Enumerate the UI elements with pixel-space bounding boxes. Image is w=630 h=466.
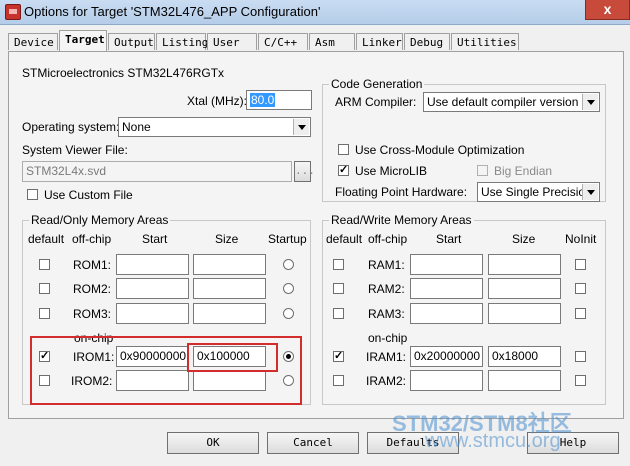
use-custom-file-checkbox[interactable] (27, 189, 38, 200)
xtal-value: 80.0 (250, 93, 276, 107)
close-button[interactable]: x (585, 0, 630, 20)
microlib-label: Use MicroLIB (355, 164, 428, 178)
iram1-size-input[interactable]: 0x18000 (488, 346, 561, 367)
ram-header-default: default (326, 232, 363, 246)
rom2-start-input[interactable] (116, 278, 189, 299)
big-endian-checkbox[interactable] (477, 165, 488, 176)
iram1-start-input[interactable]: 0x20000000 (410, 346, 483, 367)
ram-header-noinit: NoInit (565, 232, 597, 246)
watermark-url: www.stmcu.org (425, 430, 561, 452)
ram3-noinit-checkbox[interactable] (575, 308, 586, 319)
app-icon (5, 4, 21, 20)
xtal-label: Xtal (MHz): (187, 94, 247, 108)
iram1-default-checkbox[interactable] (333, 349, 344, 362)
iram1-noinit-checkbox[interactable] (575, 351, 586, 362)
iram2-label: IRAM2: (366, 374, 407, 388)
rom1-startup-radio[interactable] (283, 259, 294, 270)
rom3-size-input[interactable] (193, 303, 266, 324)
ram2-start-input[interactable] (410, 278, 483, 299)
xtal-input[interactable]: 80.0 (246, 90, 312, 110)
fp-hardware-select[interactable]: Use Single Precision (477, 182, 600, 202)
ram2-size-input[interactable] (488, 278, 561, 299)
ram-group-title: Read/Write Memory Areas (329, 213, 474, 227)
tab-listing[interactable]: Listing (156, 33, 208, 50)
arm-compiler-label: ARM Compiler: (335, 95, 417, 109)
big-endian-label: Big Endian (494, 164, 553, 178)
os-label: Operating system: (22, 120, 120, 134)
cancel-button[interactable]: Cancel (267, 432, 359, 454)
ram2-default-checkbox[interactable] (333, 283, 344, 294)
ram3-label: RAM3: (368, 307, 405, 321)
fp-hardware-label: Floating Point Hardware: (335, 185, 468, 199)
chevron-down-icon (582, 94, 598, 110)
tab-linker[interactable]: Linker (356, 33, 403, 50)
ram1-noinit-checkbox[interactable] (575, 259, 586, 270)
cross-module-label: Use Cross-Module Optimization (355, 143, 525, 157)
rom3-start-input[interactable] (116, 303, 189, 324)
iram2-noinit-checkbox[interactable] (575, 375, 586, 386)
rom-header-size: Size (215, 232, 239, 246)
chevron-down-icon (582, 184, 598, 200)
tab-user[interactable]: User (207, 33, 257, 50)
tab-asm[interactable]: Asm (309, 33, 355, 50)
rom1-start-input[interactable] (116, 254, 189, 275)
ram1-default-checkbox[interactable] (333, 259, 344, 270)
rom3-default-checkbox[interactable] (39, 308, 50, 319)
rom2-default-checkbox[interactable] (39, 283, 50, 294)
iram2-size-input[interactable] (488, 370, 561, 391)
tab-device[interactable]: Device (8, 33, 58, 50)
rom-header-default: default (28, 232, 65, 246)
irom1-size-highlight-box (187, 343, 278, 372)
ram-header-size: Size (512, 232, 536, 246)
rom-header-start: Start (142, 232, 168, 246)
svd-label: System Viewer File: (22, 143, 128, 157)
device-name: STMicroelectronics STM32L476RGTx (22, 66, 225, 80)
tab-c-cpp[interactable]: C/C++ (258, 33, 308, 50)
rom2-startup-radio[interactable] (283, 283, 294, 294)
svd-browse-button[interactable]: ... (294, 161, 315, 182)
os-select[interactable]: None (118, 117, 311, 137)
cross-module-checkbox[interactable] (338, 144, 349, 155)
ram-header-start: Start (436, 232, 462, 246)
ram-onchip-label: on-chip (368, 331, 408, 345)
rom2-label: ROM2: (73, 282, 112, 296)
ram3-size-input[interactable] (488, 303, 561, 324)
svd-input[interactable]: STM32L4x.svd (22, 161, 292, 182)
arm-compiler-select[interactable]: Use default compiler version (423, 92, 600, 112)
ram1-start-input[interactable] (410, 254, 483, 275)
use-custom-file-label: Use Custom File (44, 188, 133, 202)
rom3-startup-radio[interactable] (283, 308, 294, 319)
rom3-label: ROM3: (73, 307, 112, 321)
rom-header-offchip: off-chip (72, 232, 112, 246)
ram1-size-input[interactable] (488, 254, 561, 275)
iram2-default-checkbox[interactable] (333, 375, 344, 386)
tab-debug[interactable]: Debug (404, 33, 450, 50)
tab-output[interactable]: Output (108, 33, 155, 50)
rom1-default-checkbox[interactable] (39, 259, 50, 270)
ram3-start-input[interactable] (410, 303, 483, 324)
tab-target[interactable]: Target (59, 30, 107, 51)
fp-hardware-value: Use Single Precision (481, 185, 592, 199)
ram3-default-checkbox[interactable] (333, 308, 344, 319)
iram1-label: IRAM1: (366, 350, 407, 364)
ram2-label: RAM2: (368, 282, 405, 296)
os-value: None (122, 120, 151, 134)
ram1-label: RAM1: (368, 258, 405, 272)
iram2-start-input[interactable] (410, 370, 483, 391)
microlib-checkbox[interactable] (338, 163, 349, 176)
rom-header-startup: Startup (268, 232, 307, 246)
rom1-size-input[interactable] (193, 254, 266, 275)
code-generation-title: Code Generation (329, 77, 425, 91)
window-title: Options for Target 'STM32L476_APP Config… (24, 4, 321, 19)
ram2-noinit-checkbox[interactable] (575, 283, 586, 294)
rom1-label: ROM1: (73, 258, 112, 272)
arm-compiler-value: Use default compiler version (427, 95, 579, 109)
tab-utilities[interactable]: Utilities (451, 33, 519, 50)
ram-header-offchip: off-chip (368, 232, 408, 246)
chevron-down-icon (293, 119, 309, 135)
ok-button[interactable]: OK (167, 432, 259, 454)
rom2-size-input[interactable] (193, 278, 266, 299)
rom-group-title: Read/Only Memory Areas (29, 213, 171, 227)
